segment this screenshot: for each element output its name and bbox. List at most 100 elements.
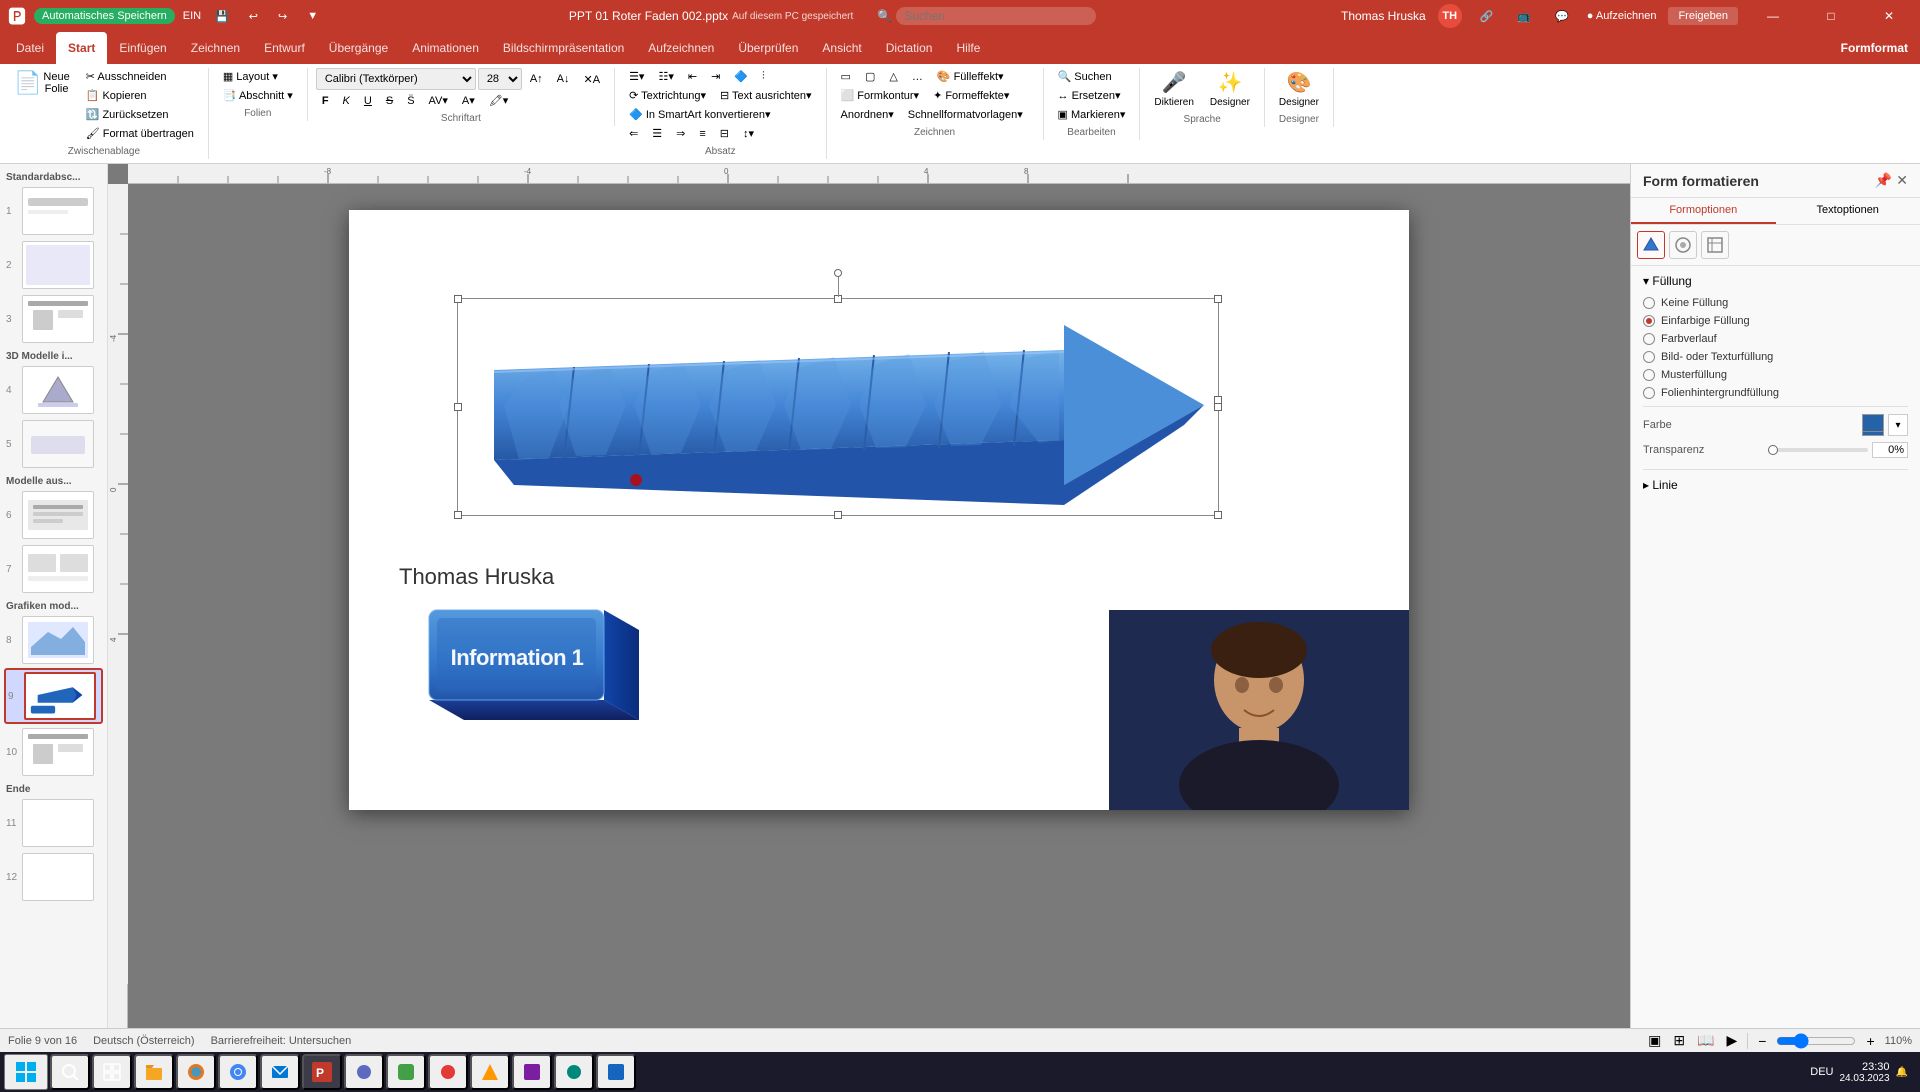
taskbar-explorer-btn[interactable] — [134, 1054, 174, 1090]
search-input[interactable] — [896, 7, 1096, 25]
kopieren-btn[interactable]: 📋 Kopieren — [80, 87, 200, 104]
normal-view-btn[interactable]: ▣ — [1646, 1032, 1663, 1049]
autosave-toggle[interactable]: Automatisches Speichern — [34, 8, 175, 24]
handle-bl[interactable] — [454, 511, 462, 519]
taskbar-misc4-btn[interactable] — [470, 1054, 510, 1090]
handle-tr[interactable] — [1214, 295, 1222, 303]
option-bild-textur[interactable]: Bild- oder Texturfüllung — [1643, 348, 1908, 366]
arrow-shape[interactable] — [464, 305, 1224, 515]
present-icon[interactable]: 📺 — [1511, 8, 1537, 25]
present-view-btn[interactable]: ▶ — [1725, 1032, 1740, 1049]
align-left-btn[interactable]: ⇐ — [623, 125, 644, 142]
size-position-icon[interactable] — [1701, 231, 1729, 259]
strikethrough-btn[interactable]: S — [380, 93, 399, 109]
smartart-convert-btn[interactable]: 🔷 In SmartArt konvertieren▾ — [623, 106, 777, 123]
ausschneiden-btn[interactable]: ✂ Ausschneiden — [80, 68, 200, 85]
freigeben-btn[interactable]: Freigeben — [1668, 7, 1738, 25]
handle-tc[interactable] — [834, 295, 842, 303]
ersetzen-btn[interactable]: ↔ Ersetzen▾ — [1052, 87, 1127, 104]
tab-formoptionen[interactable]: Formoptionen — [1631, 198, 1776, 224]
anordnen-btn[interactable]: Anordnen▾ — [835, 106, 900, 123]
schnellformat-btn[interactable]: Schnellformatvorlagen▾ — [902, 106, 1029, 123]
tab-ansicht[interactable]: Ansicht — [810, 32, 873, 64]
taskbar-powerpoint-btn[interactable]: P — [302, 1054, 342, 1090]
highlight-btn[interactable]: 🖍▾ — [483, 92, 515, 109]
tab-uebergaenge[interactable]: Übergänge — [317, 32, 400, 64]
zoom-in-btn[interactable]: + — [1864, 1033, 1876, 1049]
farbe-dropdown-btn[interactable]: ▾ — [1888, 414, 1908, 436]
shape-effects-icon[interactable] — [1669, 231, 1697, 259]
taskbar-misc3-btn[interactable] — [428, 1054, 468, 1090]
comment-icon[interactable]: 💬 — [1549, 8, 1575, 25]
tab-ueberpruefen[interactable]: Überprüfen — [726, 32, 810, 64]
notification-btn[interactable]: 🔔 — [1896, 1067, 1908, 1078]
option-musterfuellung[interactable]: Musterfüllung — [1643, 366, 1908, 384]
tab-formformat[interactable]: Formformat — [1829, 32, 1920, 64]
formeffekt-btn[interactable]: ✦ Formeffekte▾ — [927, 87, 1015, 104]
shape-tri-btn[interactable]: △ — [883, 68, 903, 85]
underline-btn[interactable]: U — [358, 93, 378, 109]
taskbar-misc1-btn[interactable] — [344, 1054, 384, 1090]
layout-btn[interactable]: ▦ Layout ▾ — [217, 68, 284, 85]
fill-effect-icon[interactable] — [1637, 231, 1665, 259]
transparenz-input[interactable] — [1872, 442, 1908, 458]
decrease-indent-btn[interactable]: ⇤ — [682, 68, 703, 85]
taskbar-misc5-btn[interactable] — [512, 1054, 552, 1090]
tab-start[interactable]: Start — [56, 32, 107, 64]
shape-more-btn[interactable]: … — [906, 68, 929, 85]
transparenz-slider[interactable] — [1768, 448, 1868, 452]
save-btn[interactable]: 💾 — [209, 8, 235, 25]
suchen-btn[interactable]: 🔍 Suchen — [1052, 68, 1118, 85]
tab-dictation[interactable]: Dictation — [874, 32, 945, 64]
reading-view-btn[interactable]: 📖 — [1695, 1032, 1716, 1049]
taskbar-email-btn[interactable] — [260, 1054, 300, 1090]
bold-btn[interactable]: F — [316, 93, 335, 109]
kontur-btn[interactable]: ⬜ Formkontur▾ — [835, 87, 926, 104]
tab-entwurf[interactable]: Entwurf — [252, 32, 317, 64]
shape-rect-btn[interactable]: ▭ — [835, 68, 857, 85]
slide-scroll-area[interactable]: Information 1 Thomas Hruska — [128, 184, 1630, 1028]
taskbar-search-btn[interactable] — [50, 1054, 90, 1090]
designer-btn[interactable]: ✨ Designer — [1204, 68, 1256, 110]
panel-close-btn[interactable]: ✕ — [1896, 172, 1908, 189]
tab-hilfe[interactable]: Hilfe — [944, 32, 992, 64]
aufzeichnen-btn[interactable]: ● Aufzeichnen — [1587, 10, 1657, 22]
textrichtung-btn[interactable]: ⟳ Textrichtung▾ — [623, 87, 712, 104]
slide-thumb-4[interactable]: 4 — [4, 364, 103, 416]
tab-datei[interactable]: Datei — [4, 32, 56, 64]
slide-canvas[interactable]: Information 1 Thomas Hruska — [349, 210, 1409, 810]
line-spacing-btn[interactable]: ↕▾ — [737, 125, 760, 142]
numbering-btn[interactable]: ☷▾ — [652, 68, 679, 85]
linie-section-header[interactable]: ▸ Linie — [1643, 478, 1908, 492]
zoom-slider[interactable] — [1776, 1033, 1856, 1049]
taskbar-taskview-btn[interactable] — [92, 1054, 132, 1090]
neue-folie-btn[interactable]: 📄 NeueFolie — [8, 68, 76, 98]
abschnitt-btn[interactable]: 📑 Abschnitt ▾ — [217, 87, 299, 104]
align-center-btn[interactable]: ☰ — [646, 125, 668, 142]
taskbar-misc7-btn[interactable] — [596, 1054, 636, 1090]
share-icon[interactable]: 🔗 — [1474, 8, 1500, 25]
slide-thumb-11[interactable]: 11 — [4, 797, 103, 849]
taskbar-firefox-btn[interactable] — [176, 1054, 216, 1090]
slide-thumb-2[interactable]: 2 — [4, 239, 103, 291]
fuellung-section-header[interactable]: ▾ Füllung — [1643, 274, 1908, 288]
farbe-swatch[interactable] — [1862, 414, 1884, 436]
clear-format-btn[interactable]: ✕A — [578, 71, 607, 88]
increase-font-btn[interactable]: A↑ — [524, 71, 549, 87]
fuellung-btn[interactable]: 🎨 Fülleffekt▾ — [931, 68, 1010, 85]
info-block[interactable]: Information 1 — [399, 590, 649, 750]
tab-animationen[interactable]: Animationen — [400, 32, 491, 64]
diktieren-btn[interactable]: 🎤 Diktieren — [1148, 68, 1199, 110]
zoom-out-btn[interactable]: − — [1756, 1033, 1768, 1049]
slide-thumb-5[interactable]: 5 — [4, 418, 103, 470]
slide-thumb-1[interactable]: 1 — [4, 185, 103, 237]
slide-thumb-7[interactable]: 7 — [4, 543, 103, 595]
align-justify-btn[interactable]: ≡ — [693, 126, 711, 142]
more-btn[interactable]: ▼ — [301, 8, 324, 24]
undo-btn[interactable]: ↩ — [243, 8, 264, 25]
slide-thumb-12[interactable]: 12 — [4, 851, 103, 903]
italic-btn[interactable]: K — [337, 93, 356, 109]
slide-sorter-btn[interactable]: ⊞ — [1671, 1032, 1687, 1049]
bullet-btn[interactable]: ☰▾ — [623, 68, 650, 85]
designer2-btn[interactable]: 🎨 Designer — [1273, 68, 1325, 110]
